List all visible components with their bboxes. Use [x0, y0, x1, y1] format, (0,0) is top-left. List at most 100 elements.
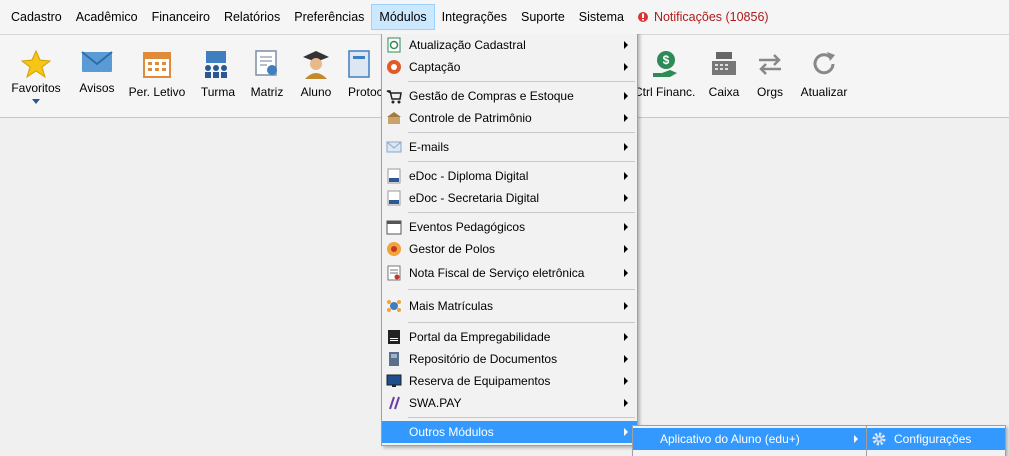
menu-item-label: E-mails: [409, 140, 450, 154]
menu-item-captacao[interactable]: Captação: [382, 56, 637, 78]
enrollments-icon: [387, 300, 401, 312]
menu-separator: [408, 417, 635, 418]
menu-item-label: eDoc - Diploma Digital: [409, 169, 529, 183]
menu-item-label: Atualização Cadastral: [409, 38, 526, 52]
star-icon: [21, 49, 51, 79]
protocolo-label: Protoc: [348, 85, 382, 99]
menu-cadastro[interactable]: Cadastro: [4, 4, 69, 30]
notifications-link[interactable]: Notificações (10856): [637, 10, 769, 24]
menu-item-label: Controle de Patrimônio: [409, 111, 532, 125]
menu-item-gestao-compras[interactable]: Gestão de Compras e Estoque: [382, 85, 637, 107]
submenu-arrow-icon: [624, 269, 628, 277]
menu-item-aplicativo-aluno[interactable]: Aplicativo do Aluno (edu+): [633, 428, 867, 450]
submenu-arrow-icon: [624, 223, 628, 231]
menu-item-gestor-polos[interactable]: Gestor de Polos: [382, 238, 637, 260]
email-icon: [386, 141, 402, 153]
avisos-label: Avisos: [79, 81, 115, 95]
modulos-dropdown: Atualização Cadastral Captação Gestão de…: [381, 31, 638, 446]
avisos-button[interactable]: Avisos: [66, 45, 128, 111]
outros-modulos-submenu: Aplicativo do Aluno (edu+): [632, 425, 868, 456]
menu-sistema[interactable]: Sistema: [572, 4, 631, 30]
student-icon: [303, 51, 329, 79]
menu-item-emails[interactable]: E-mails: [382, 136, 637, 158]
menu-item-configuracoes[interactable]: Configurações: [867, 428, 1005, 450]
menu-item-reserva-equipamentos[interactable]: Reserva de Equipamentos: [382, 370, 637, 392]
menu-separator: [408, 81, 635, 82]
submenu-arrow-icon: [854, 435, 858, 443]
submenu-arrow-icon: [624, 302, 628, 310]
cash-register-icon: [712, 52, 736, 75]
menu-separator: [408, 212, 635, 213]
refresh-icon: [813, 52, 835, 75]
poles-icon: [387, 242, 401, 256]
submenu-arrow-icon: [624, 399, 628, 407]
menu-item-label: SWA.PAY: [409, 396, 462, 410]
swap-arrows-icon: [759, 54, 781, 75]
menu-item-label: Eventos Pedagógicos: [409, 220, 526, 234]
menu-suporte[interactable]: Suporte: [514, 4, 572, 30]
submenu-arrow-icon: [624, 194, 628, 202]
svg-text:$: $: [663, 53, 670, 67]
update-icon: [387, 37, 401, 53]
menu-item-label: Repositório de Documentos: [409, 352, 558, 366]
edoc-icon: [387, 168, 401, 184]
notifications-label: Notificações (10856): [653, 10, 769, 24]
atualizar-label: Atualizar: [800, 85, 848, 99]
calendar-icon: [143, 52, 171, 78]
repository-icon: [389, 352, 399, 366]
protocol-icon: [348, 50, 370, 78]
menu-item-label: Configurações: [894, 432, 972, 446]
menu-item-swapay[interactable]: SWA.PAY: [382, 392, 637, 414]
ctrl-financ-button[interactable]: $ Ctrl Financ.: [632, 45, 698, 111]
class-icon: [205, 51, 227, 78]
menu-separator: [408, 161, 635, 162]
menu-item-label: Reserva de Equipamentos: [409, 374, 551, 388]
menu-item-label: Portal da Empregabilidade: [409, 330, 551, 344]
money-hand-icon: $: [653, 51, 677, 77]
menu-item-outros-modulos[interactable]: Outros Módulos: [382, 421, 637, 443]
submenu-arrow-icon: [624, 92, 628, 100]
menu-separator: [408, 132, 635, 133]
menu-item-eventos-pedagogicos[interactable]: Eventos Pedagógicos: [382, 216, 637, 238]
atualizar-button[interactable]: Atualizar: [793, 45, 855, 111]
gear-icon: [872, 432, 886, 446]
protocolo-button[interactable]: Protoc: [336, 45, 382, 111]
menu-item-nota-fiscal[interactable]: Nota Fiscal de Serviço eletrônica: [382, 260, 637, 286]
submenu-arrow-icon: [624, 172, 628, 180]
menu-financeiro[interactable]: Financeiro: [145, 4, 217, 30]
per-letivo-button[interactable]: Per. Letivo: [126, 45, 188, 111]
menu-item-edoc-diploma[interactable]: eDoc - Diploma Digital: [382, 165, 637, 187]
invoice-icon: [387, 265, 401, 281]
menu-preferencias[interactable]: Preferências: [287, 4, 371, 30]
menu-separator: [408, 289, 635, 290]
purchase-icon: [386, 90, 402, 104]
menu-item-atualizacao-cadastral[interactable]: Atualização Cadastral: [382, 34, 637, 56]
submenu-arrow-icon: [624, 143, 628, 151]
menu-item-portal-empregabilidade[interactable]: Portal da Empregabilidade: [382, 326, 637, 348]
submenu-arrow-icon: [624, 428, 628, 436]
chevron-down-icon[interactable]: [32, 99, 40, 104]
monitor-icon: [386, 374, 402, 387]
menu-item-repositorio-documentos[interactable]: Repositório de Documentos: [382, 348, 637, 370]
ctrl-financ-label: Ctrl Financ.: [634, 85, 696, 99]
menu-item-edoc-secretaria[interactable]: eDoc - Secretaria Digital: [382, 187, 637, 209]
notification-icon: [637, 12, 648, 22]
capture-icon: [387, 60, 401, 74]
cv-icon: [388, 330, 400, 344]
orgs-button[interactable]: Orgs: [739, 45, 801, 111]
menu-integracoes[interactable]: Integrações: [435, 4, 514, 30]
menu-item-mais-matriculas[interactable]: Mais Matrículas: [382, 293, 637, 319]
menu-item-controle-patrimonio[interactable]: Controle de Patrimônio: [382, 107, 637, 129]
submenu-arrow-icon: [624, 63, 628, 71]
menu-item-label: Nota Fiscal de Serviço eletrônica: [409, 266, 585, 280]
submenu-arrow-icon: [624, 245, 628, 253]
favoritos-button[interactable]: Favoritos: [5, 45, 67, 111]
edoc-icon: [387, 190, 401, 206]
menu-academico[interactable]: Acadêmico: [69, 4, 145, 30]
menu-modulos[interactable]: Módulos: [371, 4, 435, 30]
envelope-icon: [81, 51, 113, 72]
menu-separator: [408, 322, 635, 323]
menu-item-label: Captação: [409, 60, 461, 74]
menu-relatorios[interactable]: Relatórios: [217, 4, 287, 30]
menu-item-label: Outros Módulos: [409, 425, 494, 439]
